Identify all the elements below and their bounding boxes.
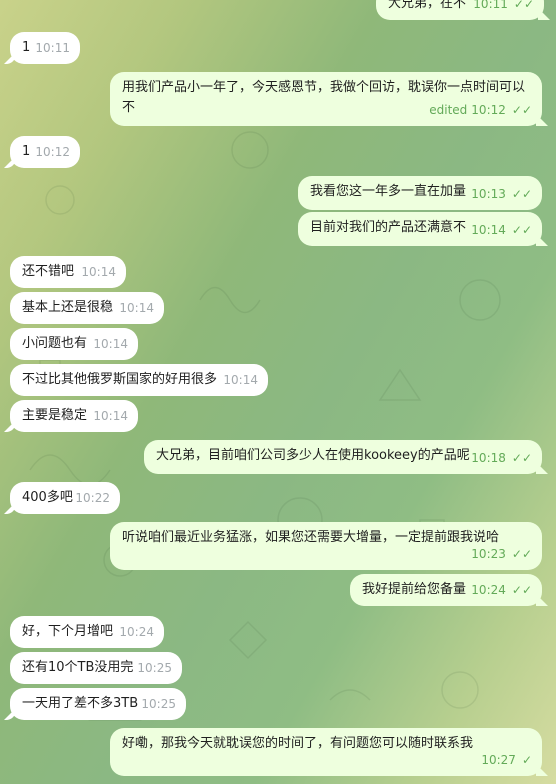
message-time: 10:14 <box>93 337 128 351</box>
message-time: 10:11 <box>473 0 508 11</box>
message-text: 还不错吧 <box>22 264 75 279</box>
message-time: 10:14 <box>81 265 116 279</box>
double-check-icon: ✓✓ <box>511 547 532 561</box>
message-bubble-incoming[interactable]: 还不错吧 10:14 <box>10 256 126 288</box>
message-text: 一天用了差不多3TB <box>22 696 139 711</box>
double-check-icon: ✓✓ <box>511 451 532 465</box>
message-time: 10:24 <box>471 583 506 597</box>
message-bubble-outgoing[interactable]: 用我们产品小一年了，今天感恩节，我做个回访，耽误你一点时间可以不 edited 1… <box>110 72 542 126</box>
message-bubble-outgoing[interactable]: 好嘞，那我今天就耽误您的时间了，有问题您可以随时联系我 10:27 ✓ <box>110 728 542 776</box>
edited-label: edited <box>429 103 468 117</box>
message-time: 10:25 <box>141 697 176 711</box>
message-text: 好，下个月增吧 <box>22 624 114 639</box>
single-check-icon: ✓ <box>521 753 532 767</box>
message-bubble-outgoing[interactable]: 目前对我们的产品还满意不 10:14 ✓✓ <box>298 212 542 246</box>
message-bubble-outgoing[interactable]: 我看您这一年多一直在加量 10:13 ✓✓ <box>298 176 542 210</box>
message-time: 10:23 <box>471 547 506 561</box>
message-text: 1 <box>22 40 31 55</box>
message-time: 10:12 <box>471 103 506 117</box>
message-bubble-incoming[interactable]: 1 10:12 <box>10 136 80 168</box>
double-check-icon: ✓✓ <box>511 103 532 117</box>
message-time: 10:12 <box>35 145 70 159</box>
message-time: 10:22 <box>75 491 110 505</box>
message-text: 我看您这一年多一直在加量 <box>310 184 467 199</box>
message-bubble-incoming[interactable]: 400多吧 10:22 <box>10 482 120 514</box>
message-time: 10:11 <box>35 41 70 55</box>
message-text: 好嘞，那我今天就耽误您的时间了，有问题您可以随时联系我 <box>122 736 474 751</box>
message-bubble-incoming[interactable]: 基本上还是很稳 10:14 <box>10 292 164 324</box>
double-check-icon: ✓✓ <box>511 223 532 237</box>
message-text: 不过比其他俄罗斯国家的好用很多 <box>22 372 218 387</box>
message-time: 10:25 <box>137 661 172 675</box>
message-text: 小问题也有 <box>22 336 88 351</box>
message-text: 大兄弟，在不 <box>388 0 467 11</box>
message-text: 主要是稳定 <box>22 408 88 423</box>
double-check-icon: ✓✓ <box>511 583 532 597</box>
message-time: 10:18 <box>471 451 506 465</box>
message-bubble-incoming[interactable]: 主要是稳定 10:14 <box>10 400 138 432</box>
message-bubble-incoming[interactable]: 还有10个TB没用完 10:25 <box>10 652 182 684</box>
message-bubble-incoming[interactable]: 1 10:11 <box>10 32 80 64</box>
message-bubble-outgoing[interactable]: 听说咱们最近业务猛涨，如果您还需要大增量，一定提前跟我说哈 10:23 ✓✓ <box>110 522 542 570</box>
message-time: 10:27 <box>481 753 516 767</box>
message-time: 10:14 <box>223 373 258 387</box>
message-text: 大兄弟，目前咱们公司多少人在使用kookeey的产品呢 <box>156 448 470 463</box>
message-text: 我好提前给您备量 <box>362 582 467 597</box>
message-text: 400多吧 <box>22 490 73 505</box>
message-text: 还有10个TB没用完 <box>22 660 134 675</box>
message-bubble-outgoing[interactable]: 大兄弟，目前咱们公司多少人在使用kookeey的产品呢 10:18 ✓✓ <box>144 440 542 474</box>
message-time: 10:13 <box>471 187 506 201</box>
message-bubble-incoming[interactable]: 一天用了差不多3TB 10:25 <box>10 688 186 720</box>
double-check-icon: ✓✓ <box>511 187 532 201</box>
message-text: 基本上还是很稳 <box>22 300 114 315</box>
chat-area[interactable]: 大兄弟，在不 10:11 ✓✓ 1 10:11 用我们产品小一年了，今天感恩节，我… <box>0 0 556 784</box>
message-text: 1 <box>22 144 31 159</box>
message-time: 10:24 <box>119 625 154 639</box>
message-bubble-incoming[interactable]: 小问题也有 10:14 <box>10 328 138 360</box>
double-check-icon: ✓✓ <box>513 0 534 11</box>
message-bubble-incoming[interactable]: 好，下个月增吧 10:24 <box>10 616 164 648</box>
message-time: 10:14 <box>471 223 506 237</box>
message-bubble-incoming[interactable]: 不过比其他俄罗斯国家的好用很多 10:14 <box>10 364 268 396</box>
message-text: 听说咱们最近业务猛涨，如果您还需要大增量，一定提前跟我说哈 <box>122 530 500 545</box>
message-text: 目前对我们的产品还满意不 <box>310 220 467 235</box>
message-bubble-outgoing[interactable]: 我好提前给您备量 10:24 ✓✓ <box>350 574 542 606</box>
message-time: 10:14 <box>119 301 154 315</box>
message-time: 10:14 <box>93 409 128 423</box>
message-bubble-outgoing[interactable]: 大兄弟，在不 10:11 ✓✓ <box>376 0 544 20</box>
